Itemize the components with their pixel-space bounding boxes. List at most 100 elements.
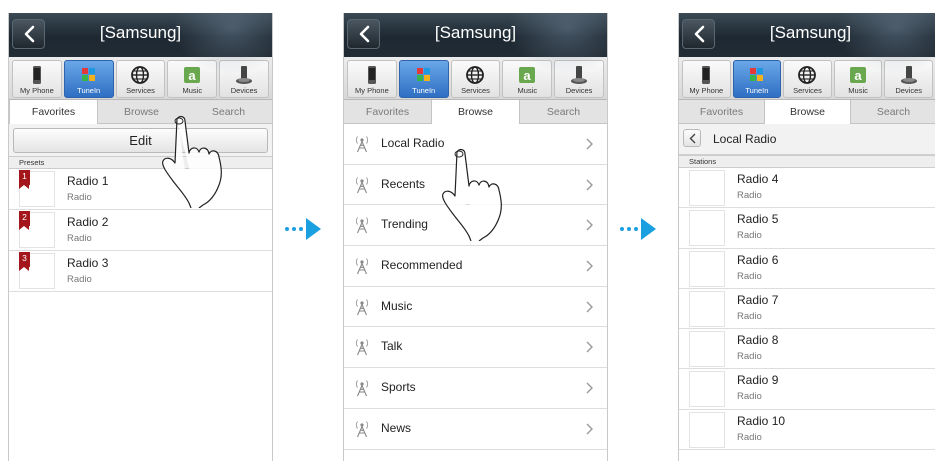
preset-row[interactable]: 3 Radio 3 Radio [9, 251, 272, 292]
chevron-right-icon [586, 382, 593, 394]
preset-flag: 3 [19, 252, 30, 271]
tab-search[interactable]: Search [185, 100, 272, 123]
source-tunein[interactable]: TuneIn [732, 60, 782, 98]
source-tunein[interactable]: TuneIn [63, 60, 114, 98]
globe-icon [466, 66, 485, 84]
page-title: [Samsung] [99, 23, 182, 42]
station-name: Radio 7 [737, 292, 779, 307]
station-thumbnail [689, 170, 725, 206]
station-subtitle: Radio [737, 270, 762, 282]
station-thumbnail [689, 371, 725, 408]
antenna-icon [355, 258, 369, 275]
tab-browse[interactable]: Browse [431, 100, 520, 124]
antenna-icon [355, 380, 369, 397]
flow-arrow-icon [285, 218, 321, 240]
chevron-right-icon [586, 260, 593, 272]
station-row[interactable]: Radio 5 Radio [679, 208, 935, 249]
station-thumbnail [689, 331, 725, 368]
station-thumbnail [689, 290, 725, 327]
subheader-title: Local Radio [713, 132, 777, 146]
tab-favorites[interactable]: Favorites [344, 100, 431, 123]
preset-row[interactable]: 2 Radio 2 Radio [9, 210, 272, 251]
browse-item[interactable]: Music [344, 287, 607, 328]
station-row[interactable]: Radio 9 Radio [679, 369, 935, 410]
subheader-back-button[interactable] [683, 129, 701, 147]
browse-item[interactable]: Talk [344, 327, 607, 369]
station-row[interactable]: Radio 4 Radio [679, 168, 935, 209]
browse-item-label: Talk [381, 339, 403, 354]
source-services[interactable]: Services [783, 60, 832, 98]
edit-bar: Edit [9, 124, 272, 156]
preset-name: Radio 1 [67, 174, 109, 188]
preset-row[interactable]: 1 Radio 1 Radio [9, 169, 272, 210]
source-my-phone[interactable]: My Phone [347, 60, 397, 98]
browse-item[interactable]: News [344, 409, 607, 450]
browse-item[interactable]: Trending [344, 205, 607, 247]
edit-button[interactable]: Edit [13, 128, 268, 153]
source-my-phone[interactable]: My Phone [12, 60, 62, 98]
preset-name: Radio 3 [67, 256, 109, 270]
chevron-right-icon [586, 423, 593, 435]
app-header: [Samsung] [679, 13, 935, 73]
phone-icon [367, 66, 376, 84]
source-tunein[interactable]: TuneIn [398, 60, 449, 98]
browse-item-label: Local Radio [381, 136, 445, 150]
browse-item[interactable]: Local Radio [344, 124, 607, 165]
station-list: Radio 4 Radio Radio 5 Radio Radio 6 Radio Radi… [679, 168, 935, 451]
tab-browse[interactable]: Browse [98, 100, 185, 123]
station-subtitle: Radio [737, 190, 762, 201]
station-subtitle: Radio [737, 351, 762, 363]
source-services[interactable]: Services [450, 60, 501, 98]
station-row[interactable]: Radio 7 Radio [679, 289, 935, 330]
preset-subtitle: Radio [67, 274, 92, 285]
page-title: [Samsung] [434, 23, 517, 42]
station-name: Radio 4 [737, 172, 779, 186]
station-subtitle: Radio [737, 310, 762, 322]
browse-item-label: Recents [381, 176, 426, 191]
tab-bar: Favorites Browse Search [679, 100, 935, 124]
station-thumbnail [689, 411, 725, 448]
tab-search[interactable]: Search [520, 100, 607, 123]
favorites-screen: [Samsung] My Phone TuneIn Services a Mus… [8, 13, 273, 461]
station-row[interactable]: Radio 8 Radio [679, 329, 935, 370]
tab-bar: Favorites Browse Search [9, 100, 272, 124]
station-name: Radio 9 [737, 373, 779, 388]
station-subtitle: Radio [737, 431, 762, 443]
source-services[interactable]: Services [115, 60, 166, 98]
station-name: Radio 5 [737, 212, 779, 227]
globe-icon [798, 66, 817, 84]
chevron-right-icon [586, 341, 593, 353]
local-radio-screen: [Samsung] My Phone TuneIn Services a Mus… [678, 13, 935, 461]
antenna-icon [355, 298, 369, 315]
tab-favorites[interactable]: Favorites [9, 100, 98, 124]
chevron-right-icon [586, 219, 593, 231]
tab-browse[interactable]: Browse [764, 100, 851, 124]
station-row[interactable]: Radio 10 Radio [679, 410, 935, 451]
browse-item-label: News [381, 420, 412, 435]
station-thumbnail [689, 250, 725, 287]
flow-arrow-icon [620, 218, 656, 240]
app-header: [Samsung] [344, 13, 607, 73]
station-row[interactable]: Radio 6 Radio [679, 249, 935, 289]
source-my-phone[interactable]: My Phone [682, 60, 731, 98]
browse-item[interactable]: Recents [344, 165, 607, 206]
preset-flag: 1 [19, 170, 30, 189]
tab-favorites[interactable]: Favorites [679, 100, 764, 123]
antenna-icon [355, 217, 369, 234]
chevron-right-icon [586, 179, 593, 191]
preset-name: Radio 2 [67, 215, 109, 229]
browse-item[interactable]: Recommended [344, 246, 607, 287]
station-name: Radio 10 [737, 413, 786, 428]
phone-icon [702, 66, 711, 84]
tunein-icon [81, 68, 95, 81]
station-subtitle: Radio [737, 391, 762, 403]
tunein-icon [416, 68, 430, 81]
browse-list: Local Radio Recents Trending Recommended Mus… [344, 124, 607, 450]
section-header: Stations [679, 155, 935, 168]
browse-item[interactable]: Sports [344, 368, 607, 409]
tab-bar: Favorites Browse Search [344, 100, 607, 124]
preset-flag: 2 [19, 211, 30, 230]
antenna-icon [355, 136, 369, 153]
tab-search[interactable]: Search [851, 100, 935, 123]
browse-item-label: Music [381, 298, 413, 313]
